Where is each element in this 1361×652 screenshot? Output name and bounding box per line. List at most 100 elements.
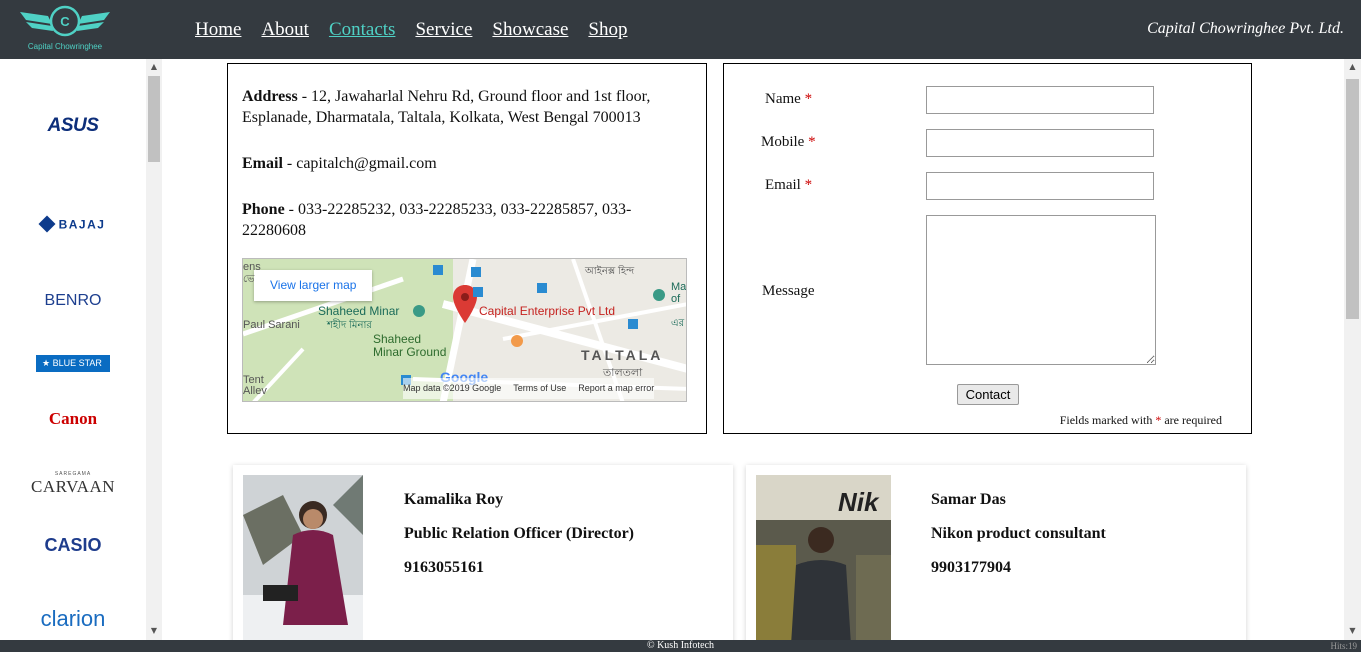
required-marker: * bbox=[804, 91, 813, 107]
name-input[interactable] bbox=[926, 86, 1154, 114]
mobile-input[interactable] bbox=[926, 129, 1154, 157]
scroll-up-arrow-icon[interactable]: ▲ bbox=[1344, 62, 1361, 71]
nav-showcase[interactable]: Showcase bbox=[492, 19, 568, 41]
main-scrollbar[interactable]: ▲ ▼ bbox=[1344, 59, 1361, 640]
map-label-paul-sarani: Paul Sarani bbox=[243, 319, 300, 331]
main-scroll-thumb[interactable] bbox=[1346, 79, 1359, 319]
brand-sidebar: ASUS BAJAJ BENRO ★ BLUE STAR Canon SAREG… bbox=[0, 59, 146, 640]
embedded-map[interactable]: View larger map Shaheed Minar শহীদ মিনার… bbox=[242, 258, 687, 402]
mobile-label: Mobile * bbox=[761, 134, 816, 151]
brand-casio-text: CASIO bbox=[44, 535, 102, 555]
person-photo-illustration bbox=[243, 475, 363, 645]
message-textarea[interactable] bbox=[926, 215, 1156, 365]
brand-logo-benro[interactable]: BENRO bbox=[0, 292, 146, 310]
site-logo[interactable]: C Capital Chowringhee bbox=[18, 4, 112, 56]
map-label-shaheed-minar-bn: শহীদ মিনার bbox=[327, 320, 372, 331]
person-name: Samar Das bbox=[931, 491, 1006, 508]
brand-bluestar-label: BLUE STAR bbox=[52, 358, 102, 368]
site-footer: © Kush Infotech Hits:19 bbox=[0, 640, 1361, 652]
svg-text:C: C bbox=[60, 14, 70, 29]
email-line: Email - capitalch@gmail.com bbox=[242, 153, 692, 174]
brand-logo-canon[interactable]: Canon bbox=[0, 409, 146, 429]
person-role: Public Relation Officer (Director) bbox=[404, 525, 634, 542]
brand-logo-casio[interactable]: CASIO bbox=[0, 535, 146, 556]
phone-line: Phone - 033-22285232, 033-22285233, 033-… bbox=[242, 199, 692, 241]
map-label-of: of bbox=[671, 293, 681, 305]
email-label: Email bbox=[242, 155, 283, 172]
star-icon: ★ bbox=[42, 358, 53, 368]
svg-text:Nik: Nik bbox=[838, 487, 880, 517]
email-value: - capitalch@gmail.com bbox=[282, 155, 437, 172]
note-prefix: Fields marked with bbox=[1059, 413, 1156, 427]
person-phone: 9163055161 bbox=[404, 559, 484, 576]
map-label-bn-fragment: ভে bbox=[243, 274, 255, 285]
person-phone: 9903177904 bbox=[931, 559, 1011, 576]
phone-label: Phone bbox=[242, 201, 285, 218]
note-suffix: are required bbox=[1161, 413, 1222, 427]
person-info: Samar Das Nikon product consultant 99031… bbox=[931, 483, 1106, 585]
nav-about[interactable]: About bbox=[261, 19, 309, 41]
person-card: Nik Samar Das Nikon product consultant 9… bbox=[746, 465, 1246, 645]
wings-logo-icon: C bbox=[20, 5, 110, 37]
top-navbar: C Capital Chowringhee Home About Contact… bbox=[0, 0, 1361, 59]
transit-icon bbox=[473, 287, 483, 297]
nav-contacts[interactable]: Contacts bbox=[329, 19, 396, 41]
brand-logo-bluestar[interactable]: ★ BLUE STAR bbox=[0, 353, 146, 372]
person-card: Kamalika Roy Public Relation Officer (Di… bbox=[233, 465, 733, 645]
email-input[interactable] bbox=[926, 172, 1154, 200]
scroll-down-arrow-icon[interactable]: ▼ bbox=[146, 626, 162, 635]
poi-icon bbox=[653, 289, 665, 301]
map-place-name[interactable]: Capital Enterprise Pvt Ltd bbox=[479, 301, 615, 322]
scroll-down-arrow-icon[interactable]: ▼ bbox=[1344, 626, 1361, 635]
transit-icon bbox=[433, 265, 443, 275]
phone-value: - 033-22285232, 033-22285233, 033-222858… bbox=[242, 201, 632, 239]
address-line: Address - 12, Jawaharlal Nehru Rd, Groun… bbox=[242, 86, 692, 128]
map-label-minar-ground: Shaheed Minar Ground bbox=[373, 332, 447, 359]
transit-icon bbox=[628, 319, 638, 329]
map-terms-link[interactable]: Terms of Use bbox=[513, 378, 566, 399]
nav-service[interactable]: Service bbox=[415, 19, 472, 41]
map-data-text: Map data ©2019 Google bbox=[403, 383, 502, 393]
brand-bluestar-text: ★ BLUE STAR bbox=[36, 355, 110, 372]
person-info: Kamalika Roy Public Relation Officer (Di… bbox=[404, 483, 634, 585]
name-label-text: Name bbox=[765, 91, 801, 107]
map-label-inox: আইনক্স হিন্দ bbox=[585, 266, 635, 277]
email-label: Email * bbox=[765, 177, 812, 194]
required-marker: * bbox=[808, 134, 816, 150]
contact-form: Name * Mobile * Email * Message Contact … bbox=[723, 63, 1252, 434]
person-role: Nikon product consultant bbox=[931, 525, 1106, 542]
scroll-up-arrow-icon[interactable]: ▲ bbox=[146, 62, 162, 71]
hit-counter: Hits:19 bbox=[1330, 641, 1357, 651]
person-name: Kamalika Roy bbox=[404, 491, 504, 508]
logo-text: Capital Chowringhee bbox=[27, 42, 103, 51]
view-larger-map-link[interactable]: View larger map bbox=[254, 270, 373, 301]
contact-submit-button[interactable]: Contact bbox=[957, 384, 1019, 405]
nav-shop[interactable]: Shop bbox=[588, 19, 627, 41]
map-label-tent: Tent Allev bbox=[243, 374, 267, 397]
poi-icon bbox=[413, 305, 425, 317]
mobile-label-text: Mobile bbox=[761, 134, 805, 150]
copyright-text: © Kush Infotech bbox=[646, 640, 715, 651]
sidebar-scrollbar[interactable]: ▲ ▼ bbox=[146, 59, 162, 640]
transit-icon bbox=[537, 283, 547, 293]
transit-icon bbox=[471, 267, 481, 277]
map-report-link[interactable]: Report a map error bbox=[578, 378, 654, 399]
contact-info-panel: Address - 12, Jawaharlal Nehru Rd, Groun… bbox=[227, 63, 707, 434]
brand-logo-bajaj[interactable]: BAJAJ bbox=[0, 215, 146, 233]
brand-canon-text: Canon bbox=[48, 409, 98, 428]
brand-clarion-text: clarion bbox=[40, 606, 106, 631]
brand-logo-asus[interactable]: ASUS bbox=[0, 115, 146, 137]
brand-logo-clarion[interactable]: clarion bbox=[0, 606, 146, 632]
company-name: Capital Chowringhee Pvt. Ltd. bbox=[1147, 20, 1344, 37]
brand-asus-text: ASUS bbox=[47, 115, 99, 136]
address-label: Address bbox=[242, 88, 298, 105]
bajaj-icon bbox=[38, 215, 56, 233]
main-nav: Home About Contacts Service Showcase Sho… bbox=[195, 19, 627, 41]
brand-benro-text: BENRO bbox=[44, 292, 102, 309]
map-attribution: Map data ©2019 Google Terms of Use Repor… bbox=[403, 378, 655, 399]
person-photo-illustration: Nik bbox=[756, 475, 891, 645]
required-marker: * bbox=[804, 177, 813, 193]
brand-logo-carvaan[interactable]: SAREGAMA CARVAAN bbox=[0, 471, 146, 497]
sidebar-scroll-thumb[interactable] bbox=[148, 76, 160, 162]
nav-home[interactable]: Home bbox=[195, 19, 241, 41]
